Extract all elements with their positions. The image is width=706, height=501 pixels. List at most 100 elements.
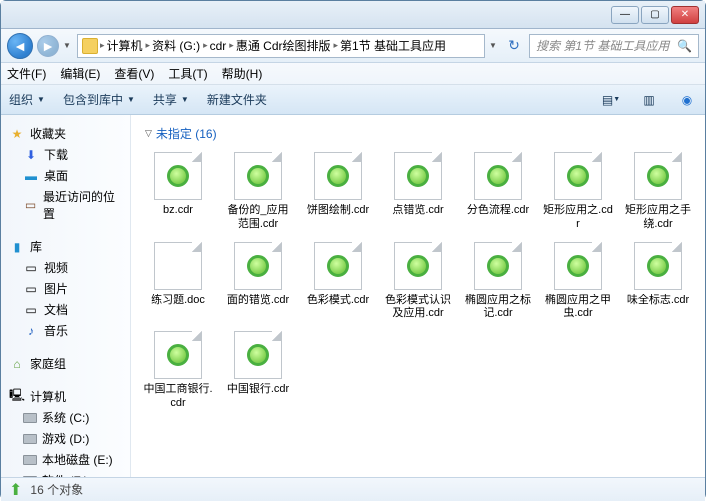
- share-button[interactable]: 共享▼: [153, 91, 189, 108]
- file-thumbnail: [554, 152, 602, 200]
- file-thumbnail: [634, 242, 682, 290]
- chevron-down-icon: ▽: [145, 128, 152, 139]
- file-name-label: 色彩模式.cdr: [307, 294, 369, 308]
- file-item[interactable]: 中国工商银行.cdr: [141, 329, 215, 413]
- history-dropdown-icon[interactable]: ▼: [63, 41, 73, 50]
- cdr-icon: [247, 255, 269, 277]
- breadcrumb: 计算机▸: [107, 37, 151, 54]
- navigation-pane: ★收藏夹 ⬇下载 ▬桌面 ▭最近访问的位置 ▮库 ▭视频 ▭图片 ▭文档 ♪音乐…: [1, 115, 131, 477]
- picture-icon: ▭: [23, 281, 39, 297]
- drive-icon: [23, 434, 37, 444]
- file-item[interactable]: 椭圆应用之标记.cdr: [461, 240, 535, 324]
- sidebar-item-videos[interactable]: ▭视频: [5, 257, 126, 278]
- menu-tools[interactable]: 工具(T): [168, 65, 207, 82]
- file-item[interactable]: 备份的_应用范围.cdr: [221, 150, 295, 234]
- group-header[interactable]: ▽ 未指定 (16): [141, 121, 695, 150]
- file-name-label: 中国工商银行.cdr: [143, 383, 213, 411]
- refresh-button[interactable]: ↻: [503, 37, 525, 54]
- file-name-label: bz.cdr: [163, 204, 193, 218]
- preview-pane-icon[interactable]: ▥: [639, 90, 659, 110]
- sidebar-libraries[interactable]: ▮库: [5, 236, 126, 257]
- file-item[interactable]: 矩形应用之.cdr: [541, 150, 615, 234]
- file-item[interactable]: 中国银行.cdr: [221, 329, 295, 413]
- cdr-icon: [567, 165, 589, 187]
- address-dropdown-icon[interactable]: ▼: [489, 41, 499, 50]
- search-input[interactable]: 搜索 第1节 基础工具应用 🔍: [529, 34, 699, 58]
- menu-view[interactable]: 查看(V): [114, 65, 154, 82]
- sidebar-item-pictures[interactable]: ▭图片: [5, 278, 126, 299]
- file-list-pane: ▽ 未指定 (16) bz.cdr 备份的_应用范围.cdr 饼图绘制.cdr 点错览…: [131, 115, 705, 477]
- file-item[interactable]: 椭圆应用之甲虫.cdr: [541, 240, 615, 324]
- download-icon: ⬇: [23, 147, 39, 163]
- new-folder-button[interactable]: 新建文件夹: [207, 91, 267, 108]
- file-name-label: 矩形应用之手绕.cdr: [623, 204, 693, 232]
- drive-icon: [23, 413, 37, 423]
- sidebar-drive-e[interactable]: 本地磁盘 (E:): [5, 449, 126, 470]
- cdr-icon: [167, 165, 189, 187]
- search-icon: 🔍: [677, 39, 692, 53]
- file-thumbnail: [474, 152, 522, 200]
- computer-icon: 🖳: [9, 389, 25, 405]
- menu-file[interactable]: 文件(F): [7, 65, 46, 82]
- organize-button[interactable]: 组织▼: [9, 91, 45, 108]
- cdr-icon: [487, 165, 509, 187]
- file-item[interactable]: 味全标志.cdr: [621, 240, 695, 324]
- sidebar-item-desktop[interactable]: ▬桌面: [5, 165, 126, 186]
- cdr-icon: [247, 344, 269, 366]
- file-name-label: 椭圆应用之甲虫.cdr: [543, 294, 613, 322]
- back-button[interactable]: ◄: [7, 33, 33, 59]
- sidebar-drive-c[interactable]: 系统 (C:): [5, 407, 126, 428]
- file-item[interactable]: 分色流程.cdr: [461, 150, 535, 234]
- minimize-button[interactable]: —: [611, 6, 639, 24]
- file-item[interactable]: 色彩模式认识及应用.cdr: [381, 240, 455, 324]
- file-name-label: 备份的_应用范围.cdr: [223, 204, 293, 232]
- file-thumbnail: [314, 152, 362, 200]
- close-button[interactable]: ✕: [671, 6, 699, 24]
- file-item[interactable]: 色彩模式.cdr: [301, 240, 375, 324]
- file-thumbnail: [314, 242, 362, 290]
- file-item[interactable]: 点错览.cdr: [381, 150, 455, 234]
- sidebar-item-downloads[interactable]: ⬇下载: [5, 144, 126, 165]
- file-name-label: 练习题.doc: [151, 294, 205, 308]
- file-item[interactable]: 练习题.doc: [141, 240, 215, 324]
- help-icon[interactable]: ◉: [677, 90, 697, 110]
- file-name-label: 分色流程.cdr: [467, 204, 529, 218]
- file-item[interactable]: 饼图绘制.cdr: [301, 150, 375, 234]
- file-item[interactable]: 矩形应用之手绕.cdr: [621, 150, 695, 234]
- file-thumbnail: [154, 331, 202, 379]
- recent-icon: ▭: [23, 197, 38, 213]
- drive-icon: [23, 455, 37, 465]
- view-options-icon[interactable]: ▤▼: [601, 90, 621, 110]
- file-name-label: 点错览.cdr: [392, 204, 443, 218]
- include-in-library-button[interactable]: 包含到库中▼: [63, 91, 135, 108]
- file-item[interactable]: bz.cdr: [141, 150, 215, 234]
- file-item[interactable]: 面的错览.cdr: [221, 240, 295, 324]
- sidebar-computer[interactable]: 🖳计算机: [5, 386, 126, 407]
- sidebar-drive-d[interactable]: 游戏 (D:): [5, 428, 126, 449]
- sidebar-favorites[interactable]: ★收藏夹: [5, 123, 126, 144]
- file-thumbnail: [554, 242, 602, 290]
- sidebar-drive-f[interactable]: 软件 (F:): [5, 470, 126, 477]
- file-thumbnail: [634, 152, 682, 200]
- sidebar-item-recent[interactable]: ▭最近访问的位置: [5, 186, 126, 224]
- file-thumbnail: [234, 242, 282, 290]
- file-name-label: 饼图绘制.cdr: [307, 204, 369, 218]
- sidebar-homegroup[interactable]: ⌂家庭组: [5, 353, 126, 374]
- maximize-button[interactable]: ▢: [641, 6, 669, 24]
- address-bar[interactable]: ▸ 计算机▸ 资料 (G:)▸ cdr▸ 惠通 Cdr绘图排版▸ 第1节 基础工…: [77, 34, 485, 58]
- menu-help[interactable]: 帮助(H): [222, 65, 263, 82]
- forward-button[interactable]: ►: [37, 35, 59, 57]
- cdr-icon: [327, 165, 349, 187]
- file-name-label: 中国银行.cdr: [227, 383, 289, 397]
- cdr-icon: [647, 165, 669, 187]
- file-name-label: 椭圆应用之标记.cdr: [463, 294, 533, 322]
- sidebar-item-music[interactable]: ♪音乐: [5, 320, 126, 341]
- breadcrumb: 资料 (G:)▸: [152, 37, 208, 54]
- file-thumbnail: [234, 331, 282, 379]
- cdr-icon: [167, 344, 189, 366]
- file-thumbnail: [154, 242, 202, 290]
- sidebar-item-documents[interactable]: ▭文档: [5, 299, 126, 320]
- file-name-label: 矩形应用之.cdr: [543, 204, 613, 232]
- navigation-bar: ◄ ► ▼ ▸ 计算机▸ 资料 (G:)▸ cdr▸ 惠通 Cdr绘图排版▸ 第…: [1, 29, 705, 63]
- menu-edit[interactable]: 编辑(E): [60, 65, 100, 82]
